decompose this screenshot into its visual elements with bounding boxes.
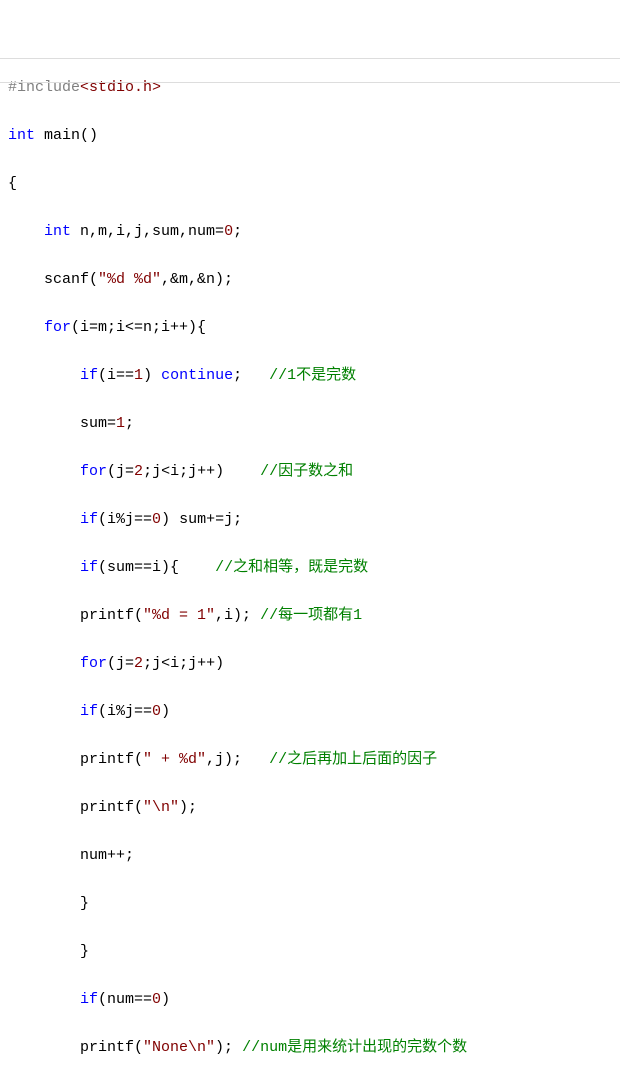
code-line: if(i%j==0) xyxy=(8,700,612,724)
comment: //1不是完数 xyxy=(269,367,356,384)
code-line: if(i==1) continue; //1不是完数 xyxy=(8,364,612,388)
keyword-if: if xyxy=(80,991,98,1008)
code-line: for(j=2;j<i;j++) //因子数之和 xyxy=(8,460,612,484)
string-literal: " + %d" xyxy=(143,751,206,768)
number: 1 xyxy=(116,415,125,432)
code-line: int n,m,i,j,sum,num=0; xyxy=(8,220,612,244)
string-literal: "\n" xyxy=(143,799,179,816)
number: 0 xyxy=(224,223,233,240)
code-line: for(j=2;j<i;j++) xyxy=(8,652,612,676)
number: 0 xyxy=(152,991,161,1008)
number: 0 xyxy=(152,703,161,720)
code-line: sum=1; xyxy=(8,412,612,436)
string-literal: "None\n" xyxy=(143,1039,215,1056)
keyword-if: if xyxy=(80,703,98,720)
code-line: printf("%d = 1",i); //每一项都有1 xyxy=(8,604,612,628)
code-line: if(i%j==0) sum+=j; xyxy=(8,508,612,532)
code-line: if(num==0) xyxy=(8,988,612,1012)
comment: //之和相等，既是完数 xyxy=(215,559,368,576)
keyword-for: for xyxy=(80,655,107,672)
code-line: } xyxy=(8,892,612,916)
keyword-if: if xyxy=(80,511,98,528)
number: 1 xyxy=(134,367,143,384)
brace-open: { xyxy=(8,175,17,192)
code-line: { xyxy=(8,172,612,196)
code-line: } xyxy=(8,940,612,964)
code-line: for(i=m;i<=n;i++){ xyxy=(8,316,612,340)
keyword-if: if xyxy=(80,559,98,576)
code-block: #include<stdio.h> int main() { int n,m,i… xyxy=(0,0,620,1078)
string-literal: "%d = 1" xyxy=(143,607,215,624)
code-line: if(sum==i){ //之和相等，既是完数 xyxy=(8,556,612,580)
code-line: int main() xyxy=(8,124,612,148)
code-line: scanf("%d %d",&m,&n); xyxy=(8,268,612,292)
keyword-for: for xyxy=(44,319,71,336)
comment: //每一项都有1 xyxy=(260,607,362,624)
divider xyxy=(0,82,620,83)
number: 0 xyxy=(152,511,161,528)
code-line: printf(" + %d",j); //之后再加上后面的因子 xyxy=(8,748,612,772)
keyword-if: if xyxy=(80,367,98,384)
main-decl: main() xyxy=(35,127,98,144)
keyword-int: int xyxy=(8,127,35,144)
comment: //之后再加上后面的因子 xyxy=(269,751,437,768)
keyword-continue: continue xyxy=(161,367,233,384)
keyword-int: int xyxy=(44,223,71,240)
comment: //num是用来统计出现的完数个数 xyxy=(242,1039,467,1056)
code-line: #include<stdio.h> xyxy=(8,76,612,100)
code-line: num++; xyxy=(8,844,612,868)
number: 2 xyxy=(134,655,143,672)
comment: //因子数之和 xyxy=(260,463,353,480)
code-line: printf("None\n"); //num是用来统计出现的完数个数 xyxy=(8,1036,612,1060)
keyword-for: for xyxy=(80,463,107,480)
code-line: printf("\n"); xyxy=(8,796,612,820)
divider xyxy=(0,58,620,59)
string-literal: "%d %d" xyxy=(98,271,161,288)
number: 2 xyxy=(134,463,143,480)
